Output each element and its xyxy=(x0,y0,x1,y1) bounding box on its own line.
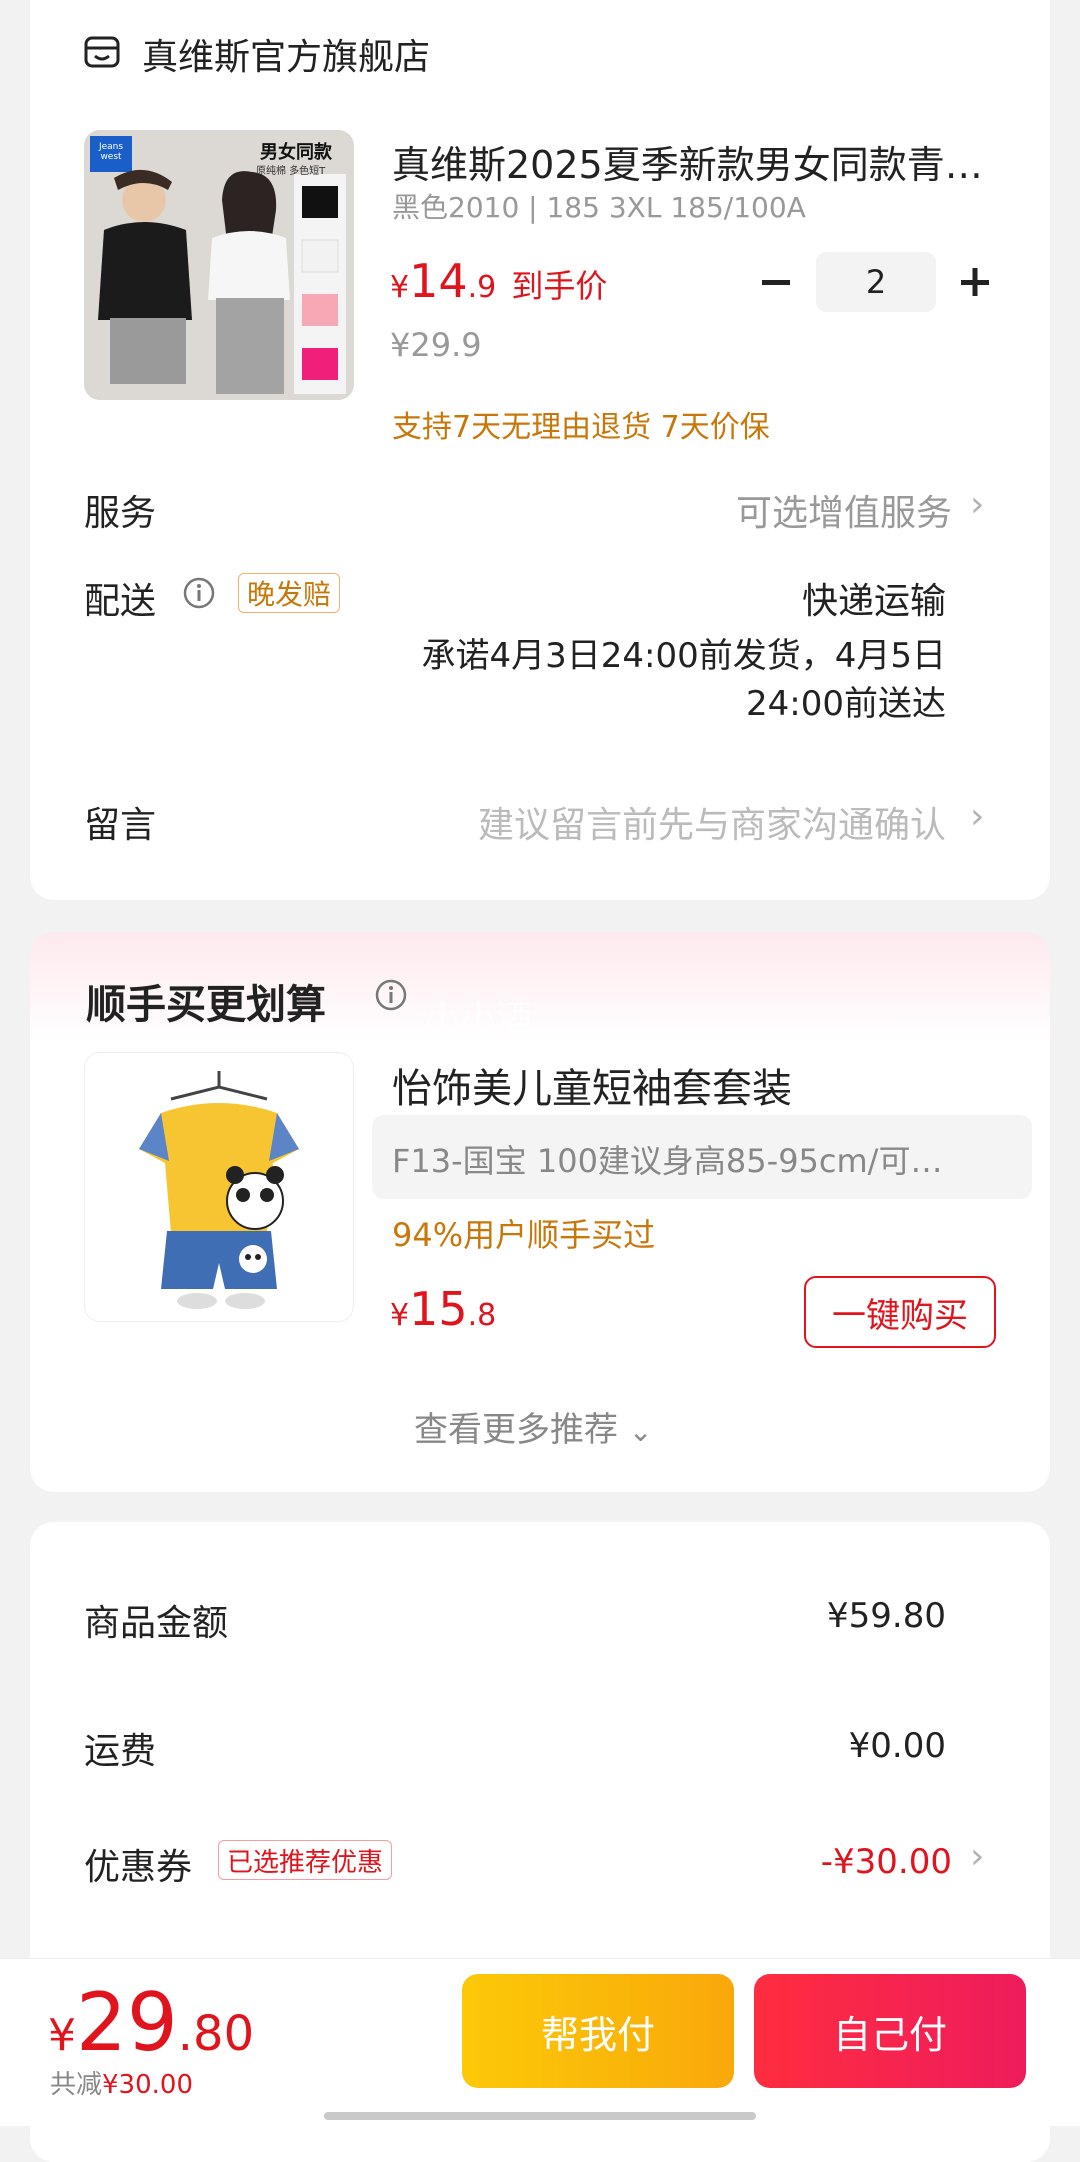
service-label: 服务 xyxy=(84,493,157,534)
service-chevron-icon[interactable]: › xyxy=(970,484,984,525)
goods-amount-value: ¥59.80 xyxy=(827,1596,946,1636)
original-price: ¥29.9 xyxy=(390,326,482,364)
total-decimal: .80 xyxy=(177,2006,255,2062)
home-indicator xyxy=(324,2112,756,2120)
product-image-badge: 男女同款 xyxy=(260,142,332,163)
delivery-label: 配送 xyxy=(84,581,157,622)
price-label: 到手价 xyxy=(511,267,608,305)
coupon-selected-tag: 已选推荐优惠 xyxy=(218,1840,393,1880)
one-click-buy-button[interactable]: 一键购买 xyxy=(804,1276,996,1348)
product-title[interactable]: 真维斯2025夏季新款男女同款青… xyxy=(392,134,983,189)
quantity-field[interactable]: 2 xyxy=(816,252,936,312)
recommend-product-variant[interactable]: F13-国宝 100建议身高85-95cm/可… xyxy=(392,1136,942,1182)
guarantee-text: 支持7天无理由退货 7天价保 xyxy=(392,410,770,445)
price-integer: 14 xyxy=(409,254,468,308)
product-image[interactable]: 男女同款 原纯棉 多色短T Jeans west xyxy=(84,130,354,400)
see-more-label: 查看更多推荐 xyxy=(414,1410,618,1450)
currency-symbol: ¥ xyxy=(390,270,410,305)
self-pay-button[interactable]: 自己付 xyxy=(754,1974,1026,2088)
delivery-promise-line2: 24:00前送达 xyxy=(746,684,946,724)
message-input[interactable]: 建议留言前先与商家沟通确认 xyxy=(478,796,946,848)
quantity-decrease-button[interactable] xyxy=(756,262,796,302)
brand-logo: Jeans west xyxy=(98,142,124,162)
product-price: ¥14.9 到手价 xyxy=(390,254,607,308)
delivery-promise-line1: 承诺4月3日24:00前发货，4月5日 xyxy=(421,636,946,676)
see-more-recommend-link[interactable]: 查看更多推荐 ⌄ xyxy=(414,1402,652,1451)
product-image-badge-sub: 原纯棉 多色短T xyxy=(256,166,326,177)
quantity-increase-button[interactable] xyxy=(955,262,995,302)
product-variant[interactable]: 黑色2010 | 185 3XL 185/100A xyxy=(392,186,806,226)
watermark-text: 小小酒 xyxy=(424,999,533,1040)
info-icon[interactable] xyxy=(182,576,216,610)
recommend-price-decimal: .8 xyxy=(467,1298,497,1333)
late-delivery-compensation-tag: 晚发赔 xyxy=(238,573,341,613)
coupon-label: 优惠券 xyxy=(84,1847,193,1888)
recommend-price: ¥15.8 xyxy=(390,1282,496,1336)
message-label: 留言 xyxy=(84,805,157,846)
message-chevron-icon[interactable]: › xyxy=(970,796,984,837)
recommend-price-integer: 15 xyxy=(409,1282,468,1336)
store-icon xyxy=(82,32,122,72)
shipping-value: ¥0.00 xyxy=(848,1726,946,1766)
coupon-chevron-icon[interactable]: › xyxy=(970,1836,984,1877)
recommend-product-image[interactable] xyxy=(84,1052,354,1322)
currency-symbol: ¥ xyxy=(390,1298,410,1333)
saved-amount: 共减¥30.00 xyxy=(50,2064,193,2101)
saved-value: ¥30.00 xyxy=(102,2070,193,2100)
total-integer: 29 xyxy=(76,1976,178,2069)
service-value[interactable]: 可选增值服务 xyxy=(736,484,952,536)
goods-amount-label: 商品金额 xyxy=(84,1603,229,1644)
recommend-info-icon[interactable] xyxy=(374,978,408,1012)
help-me-pay-button[interactable]: 帮我付 xyxy=(462,1974,734,2088)
total-currency: ¥ xyxy=(48,2010,76,2061)
recommend-title: 顺手买更划算 xyxy=(86,982,326,1028)
coupon-value[interactable]: -¥30.00 xyxy=(821,1842,952,1882)
shipping-label: 运费 xyxy=(84,1731,157,1772)
recommend-bought-rate: 94%用户顺手买过 xyxy=(392,1216,656,1254)
saved-prefix: 共减 xyxy=(50,2070,103,2100)
total-price: ¥29.80 xyxy=(48,1976,254,2069)
price-decimal: .9 xyxy=(467,270,497,305)
chevron-down-icon: ⌄ xyxy=(628,1415,653,1448)
recommend-product-title[interactable]: 怡饰美儿童短袖套套装 xyxy=(392,1056,792,1114)
delivery-method: 快递运输 xyxy=(801,581,946,622)
store-name[interactable]: 真维斯官方旗舰店 xyxy=(142,28,430,80)
